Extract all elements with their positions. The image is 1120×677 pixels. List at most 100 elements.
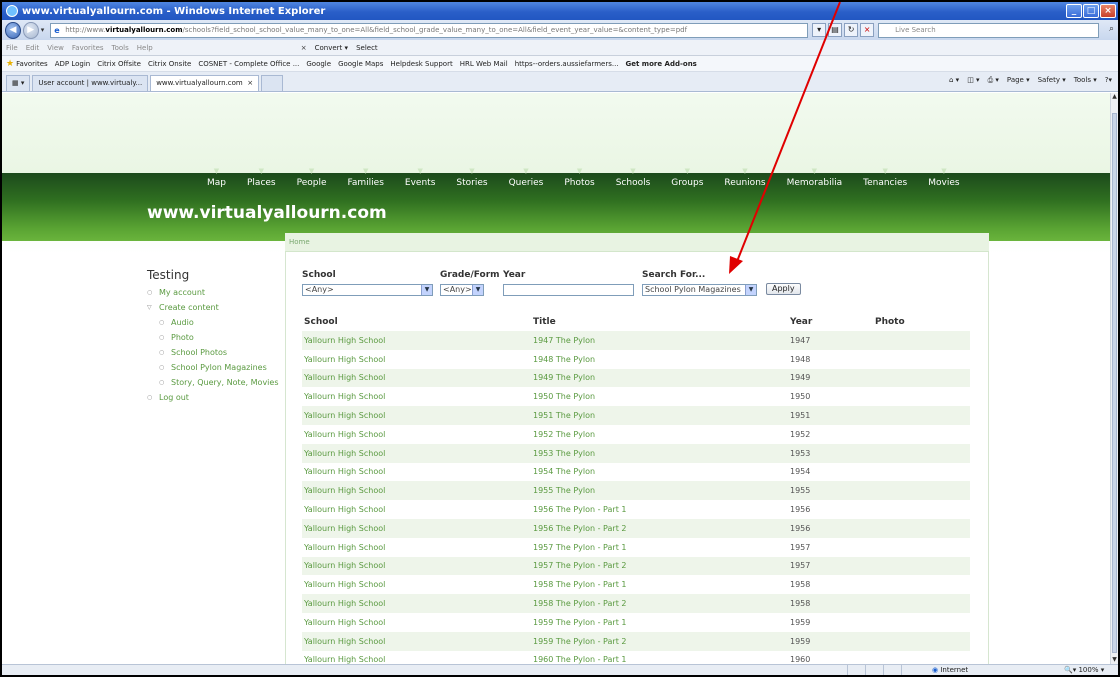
convert-button[interactable]: Convert ▾	[315, 44, 348, 52]
scroll-down-icon[interactable]: ▼	[1111, 656, 1118, 664]
row-title-link[interactable]: 1950 The Pylon	[533, 392, 790, 401]
row-school-link[interactable]: Yallourn High School	[302, 580, 533, 589]
fav-get-more-addons[interactable]: Get more Add-ons	[626, 60, 697, 68]
row-school-link[interactable]: Yallourn High School	[302, 411, 533, 420]
fav-cosnet[interactable]: COSNET - Complete Office ...	[198, 60, 299, 68]
security-zone[interactable]: ◉ Internet	[932, 666, 968, 674]
menu-tools[interactable]: Tools	[112, 44, 129, 52]
search-icon[interactable]: ⌕	[1105, 23, 1118, 37]
nav-events[interactable]: Events	[405, 176, 435, 188]
row-title-link[interactable]: 1957 The Pylon - Part 2	[533, 561, 790, 570]
grade-select[interactable]: <Any> ▼	[440, 284, 484, 296]
fav-aussiefarmers[interactable]: https--orders.aussiefarmers...	[515, 60, 619, 68]
row-title-link[interactable]: 1953 The Pylon	[533, 449, 790, 458]
nav-map[interactable]: Map	[207, 176, 226, 188]
row-school-link[interactable]: Yallourn High School	[302, 430, 533, 439]
address-input[interactable]: http://www.virtualyallourn.com/schools?f…	[50, 22, 809, 38]
row-title-link[interactable]: 1955 The Pylon	[533, 486, 790, 495]
compat-icon[interactable]: ▤	[828, 23, 843, 37]
nav-families[interactable]: Families	[348, 176, 384, 188]
row-school-link[interactable]: Yallourn High School	[302, 599, 533, 608]
row-school-link[interactable]: Yallourn High School	[302, 355, 533, 364]
row-school-link[interactable]: Yallourn High School	[302, 392, 533, 401]
zoom-level[interactable]: 🔍▾ 100% ▾	[1064, 666, 1104, 674]
fav-citrix-onsite[interactable]: Citrix Onsite	[148, 60, 191, 68]
print-icon[interactable]: ⎙ ▾	[988, 76, 999, 85]
sidebar-item-school-photos[interactable]: School Photos	[147, 348, 282, 358]
minimize-icon[interactable]: _	[1066, 4, 1082, 18]
feeds-icon[interactable]: ◫ ▾	[967, 76, 979, 85]
sidebar-item-log-out[interactable]: Log out	[147, 393, 282, 403]
row-school-link[interactable]: Yallourn High School	[302, 505, 533, 514]
fav-google-maps[interactable]: Google Maps	[338, 60, 383, 68]
header-photo[interactable]: Photo	[875, 317, 970, 327]
sidebar-item-audio[interactable]: Audio	[147, 318, 282, 328]
nav-photos[interactable]: Photos	[564, 176, 594, 188]
menu-favorites[interactable]: Favorites	[72, 44, 104, 52]
sidebar-item-photo[interactable]: Photo	[147, 333, 282, 343]
menu-file[interactable]: File	[6, 44, 18, 52]
row-school-link[interactable]: Yallourn High School	[302, 524, 533, 533]
row-school-link[interactable]: Yallourn High School	[302, 467, 533, 476]
row-title-link[interactable]: 1959 The Pylon - Part 1	[533, 618, 790, 627]
row-title-link[interactable]: 1959 The Pylon - Part 2	[533, 637, 790, 646]
row-title-link[interactable]: 1951 The Pylon	[533, 411, 790, 420]
school-select[interactable]: <Any> ▼	[302, 284, 433, 296]
stop-icon[interactable]: ×	[860, 23, 875, 37]
close-icon[interactable]: ×	[1100, 4, 1116, 18]
maximize-icon[interactable]: □	[1083, 4, 1099, 18]
select-button[interactable]: Select	[356, 44, 378, 52]
nav-reunions[interactable]: Reunions	[724, 176, 765, 188]
fav-citrix-offsite[interactable]: Citrix Offsite	[97, 60, 141, 68]
page-menu[interactable]: Page ▾	[1007, 76, 1030, 85]
row-title-link[interactable]: 1956 The Pylon - Part 2	[533, 524, 790, 533]
row-title-link[interactable]: 1956 The Pylon - Part 1	[533, 505, 790, 514]
tab-virtualyallourn[interactable]: www.virtualyallourn.com ×	[150, 75, 260, 91]
year-input[interactable]	[503, 284, 634, 296]
search-for-select[interactable]: School Pylon Magazines ▼	[642, 284, 757, 296]
sidebar-item-story-query-note-movies[interactable]: Story, Query, Note, Movies	[147, 378, 282, 388]
row-school-link[interactable]: Yallourn High School	[302, 561, 533, 570]
row-title-link[interactable]: 1949 The Pylon	[533, 373, 790, 382]
fav-helpdesk-support[interactable]: Helpdesk Support	[390, 60, 452, 68]
home-icon[interactable]: ⌂ ▾	[949, 76, 959, 85]
sidebar-item-school-pylon-magazines[interactable]: School Pylon Magazines	[147, 363, 282, 373]
row-school-link[interactable]: Yallourn High School	[302, 543, 533, 552]
sidebar-item-my-account[interactable]: My account	[147, 288, 282, 298]
menu-help[interactable]: Help	[137, 44, 153, 52]
row-school-link[interactable]: Yallourn High School	[302, 618, 533, 627]
nav-places[interactable]: Places	[247, 176, 276, 188]
scroll-up-icon[interactable]: ▲	[1111, 93, 1118, 101]
nav-schools[interactable]: Schools	[616, 176, 651, 188]
forward-button[interactable]: ▶	[22, 21, 39, 39]
tools-menu[interactable]: Tools ▾	[1074, 76, 1097, 85]
sidebar-item-create-content[interactable]: Create content	[147, 303, 282, 313]
nav-stories[interactable]: Stories	[456, 176, 487, 188]
row-title-link[interactable]: 1958 The Pylon - Part 1	[533, 580, 790, 589]
fav-hrl-web-mail[interactable]: HRL Web Mail	[460, 60, 508, 68]
row-title-link[interactable]: 1952 The Pylon	[533, 430, 790, 439]
tab-user-account[interactable]: User account | www.virtualy...	[32, 75, 149, 91]
refresh-icon[interactable]: ↻	[844, 23, 859, 37]
nav-tenancies[interactable]: Tenancies	[863, 176, 907, 188]
row-school-link[interactable]: Yallourn High School	[302, 336, 533, 345]
live-search-input[interactable]: Live Search	[878, 22, 1100, 38]
apply-button[interactable]: Apply	[766, 283, 801, 295]
vertical-scrollbar[interactable]: ▲ ▼	[1110, 93, 1118, 664]
row-school-link[interactable]: Yallourn High School	[302, 449, 533, 458]
fav-adp-login[interactable]: ADP Login	[55, 60, 91, 68]
nav-memorabilia[interactable]: Memorabilia	[787, 176, 843, 188]
safety-menu[interactable]: Safety ▾	[1038, 76, 1066, 85]
row-title-link[interactable]: 1948 The Pylon	[533, 355, 790, 364]
nav-people[interactable]: People	[297, 176, 327, 188]
site-title[interactable]: www.virtualyallourn.com	[147, 203, 387, 223]
row-title-link[interactable]: 1957 The Pylon - Part 1	[533, 543, 790, 552]
new-tab-button[interactable]	[261, 75, 284, 91]
scrollbar-thumb[interactable]	[1112, 113, 1117, 653]
header-title[interactable]: Title	[533, 317, 790, 327]
nav-groups[interactable]: Groups	[671, 176, 703, 188]
back-button[interactable]: ◀	[5, 21, 21, 39]
row-school-link[interactable]: Yallourn High School	[302, 373, 533, 382]
breadcrumb-home[interactable]: Home	[289, 238, 310, 246]
nav-movies[interactable]: Movies	[928, 176, 959, 188]
